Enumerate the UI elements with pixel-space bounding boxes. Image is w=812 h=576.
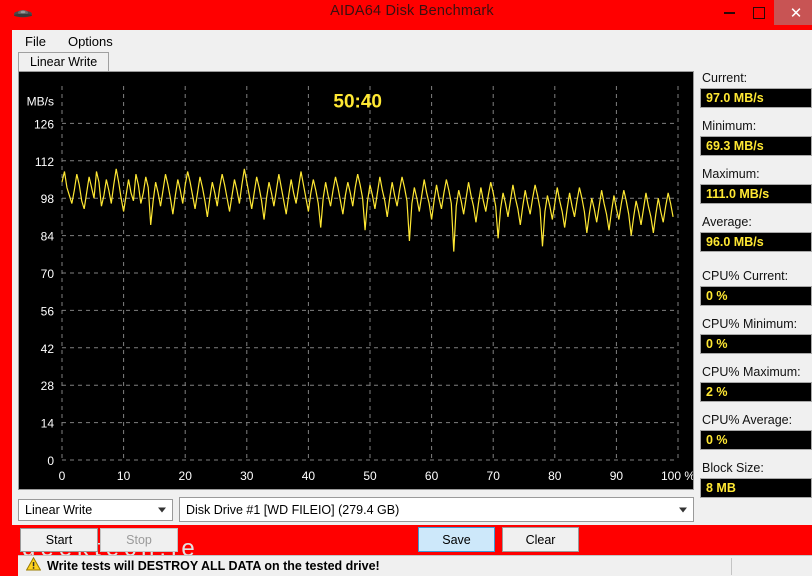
stat-label: Current: <box>702 71 748 85</box>
x-axis-tick-label: 30 <box>240 469 254 483</box>
x-axis-tick-label: 100 % <box>661 469 693 483</box>
x-axis-tick-label: 80 <box>548 469 562 483</box>
stat-value: 8 MB <box>700 478 812 498</box>
graph-background <box>19 72 693 489</box>
maximize-icon <box>753 6 765 19</box>
stat-value: 111.0 MB/s <box>700 184 812 204</box>
x-axis-tick-label: 90 <box>610 469 624 483</box>
stat-label: CPU% Current: <box>702 269 789 283</box>
drive-select[interactable]: Disk Drive #1 [WD FILEIO] (279.4 GB) <box>179 497 694 522</box>
status-separator <box>731 558 732 575</box>
y-axis-tick-label: 112 <box>35 155 54 169</box>
window-controls: ✕ <box>714 0 812 30</box>
status-bar: Write tests will DESTROY ALL DATA on the… <box>18 555 812 576</box>
menu-item-options[interactable]: Options <box>59 32 122 51</box>
stat-value: 97.0 MB/s <box>700 88 812 108</box>
stat-value: 2 % <box>700 382 812 402</box>
stat-value: 96.0 MB/s <box>700 232 812 252</box>
client-area: File Options Linear Write 0 14 28 42 56 70 84 9… <box>12 30 812 576</box>
stat-label: CPU% Average: <box>702 413 793 427</box>
x-axis-tick-label: 40 <box>302 469 316 483</box>
minimize-button[interactable] <box>714 0 744 25</box>
y-axis-tick-label: 56 <box>41 304 55 318</box>
test-mode-select[interactable]: Linear Write <box>18 499 173 521</box>
y-axis-tick-label: 70 <box>41 267 55 281</box>
title-bar: AIDA64 Disk Benchmark ✕ <box>6 0 812 30</box>
x-axis-tick-label: 10 <box>117 469 131 483</box>
test-mode-value: Linear Write <box>25 503 93 517</box>
x-axis-tick-label: 60 <box>425 469 439 483</box>
stat-label: CPU% Minimum: <box>702 317 798 331</box>
start-button[interactable]: Start <box>20 528 98 552</box>
stop-button: Stop <box>100 528 178 552</box>
stat-label: Maximum: <box>702 167 760 181</box>
y-axis-tick-label: 84 <box>41 230 55 244</box>
tab-linear-write[interactable]: Linear Write <box>18 52 110 71</box>
graph-plot-area: 0 14 28 42 56 70 84 98 112 126 MB/s 0 10 20 30 40 50 60 70… <box>19 72 693 489</box>
x-axis-tick-label: 50 <box>363 469 377 483</box>
maximize-button[interactable] <box>744 0 774 25</box>
stat-value: 0 % <box>700 286 812 306</box>
stat-label: Average: <box>702 215 752 229</box>
stat-value: 69.3 MB/s <box>700 136 812 156</box>
stat-label: Minimum: <box>702 119 757 133</box>
benchmark-graph: 0 14 28 42 56 70 84 98 112 126 MB/s 0 10 20 30 40 50 60 70… <box>18 71 694 490</box>
x-axis-tick-label: 0 <box>59 469 66 483</box>
status-message: Write tests will DESTROY ALL DATA on the… <box>47 559 380 573</box>
minimize-icon <box>723 11 735 14</box>
y-axis-tick-label: 14 <box>41 417 55 431</box>
y-axis-tick-label: 0 <box>47 454 54 468</box>
stat-value: 0 % <box>700 430 812 450</box>
warning-triangle-icon <box>25 556 42 576</box>
y-axis-tick-label: 98 <box>41 192 55 206</box>
y-axis-title: MB/s <box>27 94 54 108</box>
drive-select-value: Disk Drive #1 [WD FILEIO] (279.4 GB) <box>186 502 400 517</box>
window-title: AIDA64 Disk Benchmark <box>330 3 494 19</box>
clear-button[interactable]: Clear <box>502 527 579 552</box>
menu-item-file[interactable]: File <box>16 32 55 51</box>
y-axis-tick-label: 126 <box>34 117 54 131</box>
stat-value: 0 % <box>700 334 812 354</box>
elapsed-timer-label: 50:40 <box>333 91 382 112</box>
close-button[interactable]: ✕ <box>774 0 812 25</box>
statistics-panel: Current: 97.0 MB/s Minimum: 69.3 MB/s Maximu… <box>700 71 812 520</box>
x-axis-tick-label: 20 <box>179 469 193 483</box>
stat-label: CPU% Maximum: <box>702 365 801 379</box>
stat-label: Block Size: <box>702 461 764 475</box>
application-window: AIDA64 Disk Benchmark ✕ File Options Lin… <box>0 0 812 576</box>
y-axis-tick-label: 28 <box>41 379 55 393</box>
y-axis-tick-label: 42 <box>41 342 55 356</box>
save-button[interactable]: Save <box>418 527 495 552</box>
chevron-down-icon <box>158 507 166 513</box>
x-axis-tick-label: 70 <box>487 469 501 483</box>
chevron-down-icon <box>679 507 687 512</box>
tab-strip: Linear Write <box>18 52 694 71</box>
menu-bar: File Options <box>12 30 812 52</box>
